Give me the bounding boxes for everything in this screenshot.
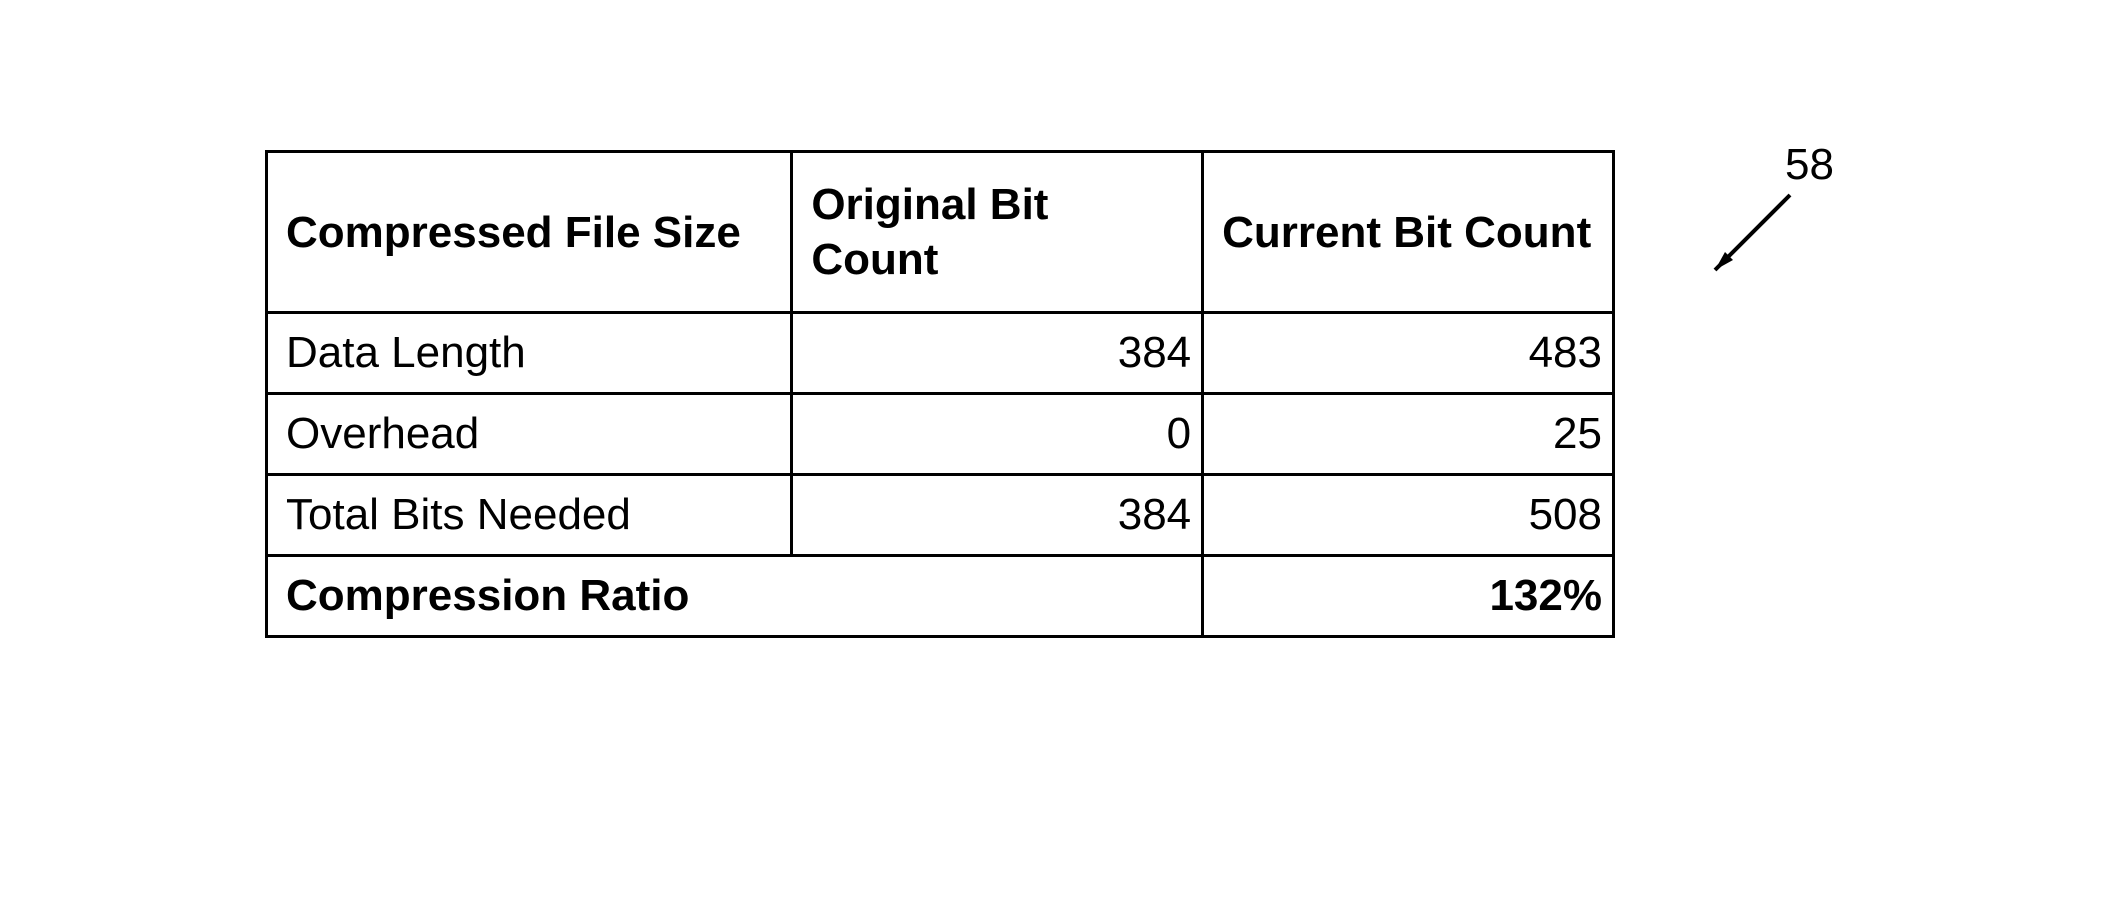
header-current-bit-count: Current Bit Count [1203, 152, 1614, 313]
table-row: Overhead 0 25 [267, 394, 1614, 475]
cell-data-length-original: 384 [792, 313, 1203, 394]
header-compressed-file-size: Compressed File Size [267, 152, 792, 313]
table-row: Total Bits Needed 384 508 [267, 475, 1614, 556]
compression-table-wrap: Compressed File Size Original Bit Count … [265, 150, 1615, 638]
cell-overhead-current: 25 [1203, 394, 1614, 475]
cell-overhead-original: 0 [792, 394, 1203, 475]
cell-data-length-current: 483 [1203, 313, 1614, 394]
figure-callout-58: 58 [1695, 140, 1895, 300]
table-header-row: Compressed File Size Original Bit Count … [267, 152, 1614, 313]
table-row-ratio: Compression Ratio 132% [267, 556, 1614, 637]
row-label-data-length: Data Length [267, 313, 792, 394]
row-label-overhead: Overhead [267, 394, 792, 475]
cell-total-bits-original: 384 [792, 475, 1203, 556]
compression-ratio-label: Compression Ratio [267, 556, 1203, 637]
cell-total-bits-current: 508 [1203, 475, 1614, 556]
header-original-bit-count: Original Bit Count [792, 152, 1203, 313]
compression-ratio-value: 132% [1203, 556, 1614, 637]
compression-table: Compressed File Size Original Bit Count … [265, 150, 1615, 638]
row-label-total-bits: Total Bits Needed [267, 475, 792, 556]
table-row: Data Length 384 483 [267, 313, 1614, 394]
arrow-icon [1695, 180, 1805, 290]
